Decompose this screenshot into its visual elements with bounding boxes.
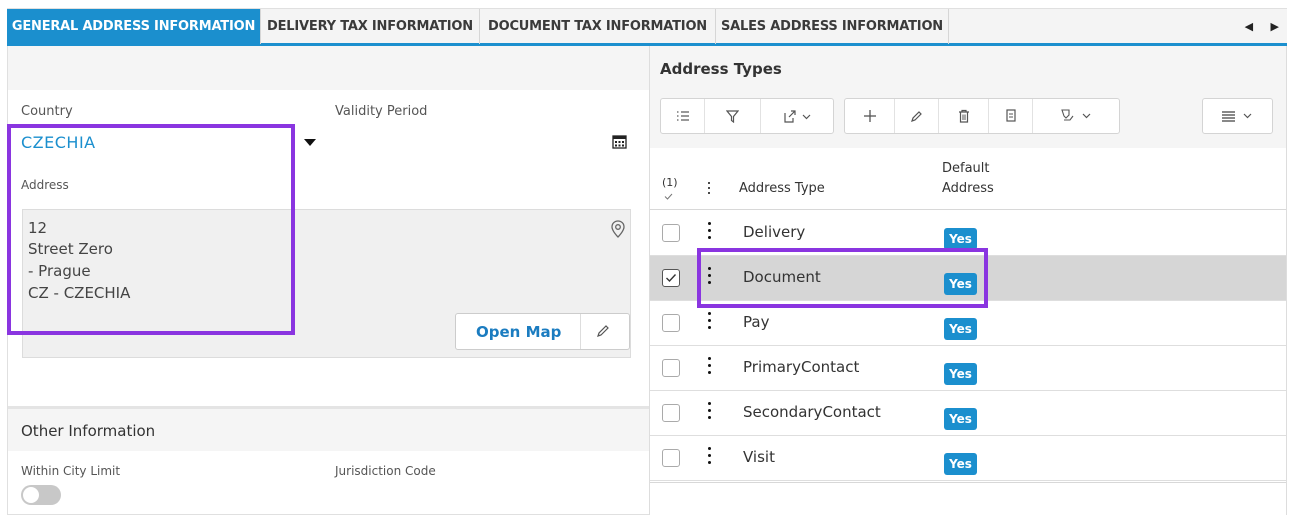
row-checkbox[interactable] <box>662 224 680 242</box>
pencil-icon[interactable] <box>596 324 610 338</box>
column-header-default-address-2: Address <box>942 181 994 196</box>
chevron-down-icon[interactable] <box>304 139 316 146</box>
copy-icon[interactable] <box>989 99 1033 133</box>
row-checkbox[interactable] <box>662 449 680 467</box>
pane-header-band <box>8 46 650 90</box>
open-map-label: Open Map <box>476 323 562 341</box>
tab-prev-icon[interactable]: ◀ <box>1245 20 1253 33</box>
map-pin-icon[interactable] <box>611 220 625 238</box>
tab-next-icon[interactable]: ▶ <box>1271 20 1279 33</box>
address-type-cell: Pay <box>743 313 770 331</box>
jurisdiction-code-label: Jurisdiction Code <box>335 464 436 478</box>
open-map-button[interactable]: Open Map <box>455 313 630 350</box>
document-row-highlight-box <box>697 248 988 308</box>
default-badge: Yes <box>944 453 977 475</box>
table-row[interactable]: SecondaryContact Yes <box>650 391 1286 436</box>
other-info-title: Other Information <box>21 422 156 440</box>
address-type-cell: PrimaryContact <box>743 358 860 376</box>
tab-document-tax[interactable]: DOCUMENT TAX INFORMATION <box>480 9 716 44</box>
button-divider <box>580 314 581 349</box>
address-highlight-box <box>7 124 295 335</box>
settings-menu-icon[interactable] <box>1033 99 1120 133</box>
filter-icon[interactable] <box>705 99 761 133</box>
row-menu-icon[interactable] <box>708 357 712 375</box>
country-label: Country <box>21 104 73 119</box>
calendar-icon[interactable] <box>612 134 627 149</box>
column-header-default-address[interactable]: Default <box>942 161 990 176</box>
tab-bar: GENERAL ADDRESS INFORMATION DELIVERY TAX… <box>7 8 1287 46</box>
row-checkbox[interactable] <box>662 314 680 332</box>
within-city-limit-label: Within City Limit <box>21 464 121 478</box>
toolbar-group-edit <box>844 98 1120 134</box>
delete-icon[interactable] <box>939 99 989 133</box>
tab-general-address[interactable]: GENERAL ADDRESS INFORMATION <box>7 9 261 44</box>
row-menu-icon[interactable] <box>708 402 712 420</box>
select-all-check-icon[interactable] <box>664 193 673 200</box>
row-menu-icon[interactable] <box>708 312 712 330</box>
selected-count: (1) <box>662 176 678 189</box>
default-badge: Yes <box>944 228 977 250</box>
list-icon[interactable] <box>661 99 705 133</box>
column-menu-icon[interactable] <box>708 182 712 196</box>
address-type-cell: Visit <box>743 448 775 466</box>
edit-icon[interactable] <box>895 99 939 133</box>
grid-toolbar <box>650 90 1286 148</box>
add-icon[interactable] <box>845 99 895 133</box>
column-header-address-type[interactable]: Address Type <box>739 181 825 196</box>
row-checkbox[interactable] <box>662 404 680 422</box>
validity-period-label: Validity Period <box>335 104 428 119</box>
table-row[interactable]: Visit Yes <box>650 436 1286 481</box>
export-icon[interactable] <box>761 99 834 133</box>
default-badge: Yes <box>944 318 977 340</box>
row-menu-icon[interactable] <box>708 222 712 240</box>
default-badge: Yes <box>944 363 977 385</box>
toolbar-group-view <box>660 98 834 134</box>
tab-delivery-tax[interactable]: DELIVERY TAX INFORMATION <box>261 9 480 44</box>
default-badge: Yes <box>944 408 977 430</box>
row-checkbox[interactable] <box>662 359 680 377</box>
address-types-title: Address Types <box>660 60 782 78</box>
grid-bottom-border <box>650 482 1286 483</box>
address-type-cell: Delivery <box>743 223 806 241</box>
tab-sales-address[interactable]: SALES ADDRESS INFORMATION <box>716 9 949 44</box>
tab-scroll-controls: ◀ ▶ <box>1231 9 1279 44</box>
address-type-cell: SecondaryContact <box>743 403 881 421</box>
row-menu-icon[interactable] <box>708 447 712 465</box>
row-checkbox[interactable] <box>662 269 680 287</box>
table-row[interactable]: PrimaryContact Yes <box>650 346 1286 391</box>
grid-header: (1) Address Type Default Address <box>650 148 1286 210</box>
toolbar-group-layout <box>1202 98 1273 134</box>
layout-menu-icon[interactable] <box>1203 99 1273 133</box>
within-city-limit-toggle[interactable] <box>21 485 61 505</box>
